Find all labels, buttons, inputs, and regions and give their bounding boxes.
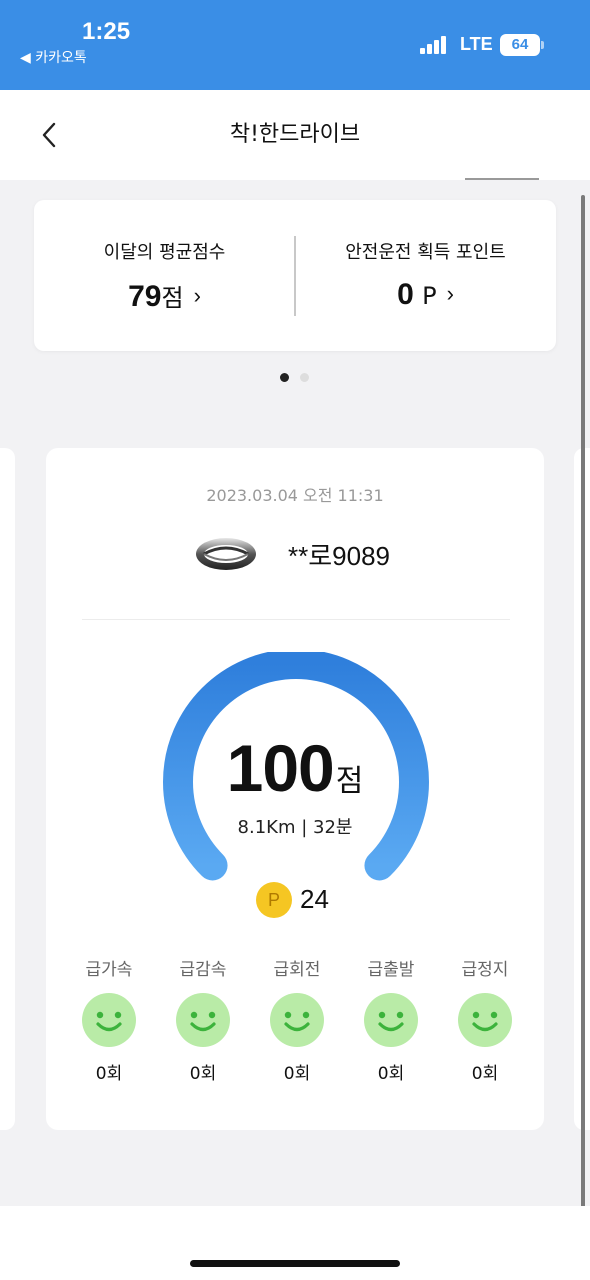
event-label: 급가속 bbox=[85, 960, 133, 980]
battery-tip bbox=[541, 41, 544, 49]
event-count: 0회 bbox=[471, 1064, 499, 1084]
avg-score-link[interactable]: 이달의 평균점수 79점 › bbox=[34, 200, 295, 351]
avg-score-label: 이달의 평균점수 bbox=[103, 242, 226, 263]
chevron-right-icon: › bbox=[193, 283, 201, 308]
points-link[interactable]: 안전운전 획득 포인트 0 P › bbox=[295, 200, 556, 351]
smiley-face-icon bbox=[82, 993, 136, 1047]
event-count: 0회 bbox=[189, 1064, 217, 1084]
trip-divider bbox=[82, 619, 510, 620]
prev-trip-card[interactable] bbox=[0, 448, 15, 1130]
chevron-right-icon: › bbox=[446, 281, 454, 306]
points-value: 0 bbox=[397, 278, 414, 311]
home-indicator[interactable] bbox=[190, 1260, 400, 1267]
page-dot[interactable] bbox=[300, 373, 309, 382]
smiley-face-icon bbox=[270, 993, 324, 1047]
back-to-app-link[interactable]: ◀ 카카오톡 bbox=[20, 47, 87, 67]
trip-score-unit: 점 bbox=[335, 764, 364, 799]
event-count: 0회 bbox=[283, 1064, 311, 1084]
event-sudden-stop: 급정지 0회 bbox=[438, 955, 532, 1085]
pagination-dots bbox=[280, 373, 310, 383]
event-sharp-turn: 급회전 0회 bbox=[250, 955, 344, 1085]
event-rapid-acceleration: 급가속 0회 bbox=[62, 955, 156, 1085]
trip-points-value: 24 bbox=[300, 884, 329, 914]
page-dot-active[interactable] bbox=[280, 373, 289, 382]
event-label: 급회전 bbox=[273, 960, 321, 980]
event-count: 0회 bbox=[95, 1064, 123, 1084]
event-rapid-start: 급출발 0회 bbox=[344, 955, 438, 1085]
bottom-area bbox=[0, 1206, 590, 1280]
signal-strength-icon bbox=[420, 36, 450, 54]
smiley-face-icon bbox=[458, 993, 512, 1047]
event-rapid-deceleration: 급감속 0회 bbox=[156, 955, 250, 1085]
page-title: 착!한드라이브 bbox=[229, 122, 361, 147]
scrollbar[interactable] bbox=[581, 195, 585, 1210]
event-label: 급정지 bbox=[461, 960, 509, 980]
network-type: LTE bbox=[460, 34, 493, 54]
points-value-row: 0 P › bbox=[295, 278, 556, 312]
point-badge-icon: P bbox=[256, 882, 292, 918]
smiley-face-icon bbox=[176, 993, 230, 1047]
nav-bar: 착!한드라이브 bbox=[0, 90, 590, 180]
trip-score-value: 100 bbox=[226, 731, 335, 805]
smiley-face-icon bbox=[364, 993, 418, 1047]
avg-score-value-row: 79점 › bbox=[34, 278, 295, 314]
driving-events: 급가속 0회 급감속 0회 급회전 0회 급출발 0회 급정지 0회 bbox=[62, 955, 532, 1085]
trip-distance-duration: 8.1Km | 32분 bbox=[237, 817, 353, 838]
license-plate: **로9089 bbox=[288, 541, 390, 571]
status-bar: 1:25 ◀ 카카오톡 LTE 64 bbox=[0, 0, 590, 90]
event-label: 급감속 bbox=[179, 960, 227, 980]
car-brand-logo-icon bbox=[196, 538, 256, 570]
summary-divider bbox=[294, 236, 296, 316]
status-time: 1:25 bbox=[82, 18, 131, 45]
trip-score: 100점 bbox=[46, 730, 544, 806]
points-label: 안전운전 획득 포인트 bbox=[345, 242, 506, 263]
chevron-left-icon[interactable] bbox=[38, 120, 62, 150]
avg-score-value: 79 bbox=[128, 280, 162, 313]
trip-card[interactable]: 2023.03.04 오전 11:31 **로9089 100점 8.1Km |… bbox=[46, 448, 544, 1130]
tab-indicator bbox=[465, 178, 539, 180]
event-count: 0회 bbox=[377, 1064, 405, 1084]
trip-datetime: 2023.03.04 오전 11:31 bbox=[206, 486, 384, 505]
battery-icon: 64 bbox=[500, 34, 540, 56]
avg-score-unit: 점 bbox=[161, 284, 184, 312]
event-label: 급출발 bbox=[367, 960, 415, 980]
points-unit: P bbox=[422, 282, 437, 310]
